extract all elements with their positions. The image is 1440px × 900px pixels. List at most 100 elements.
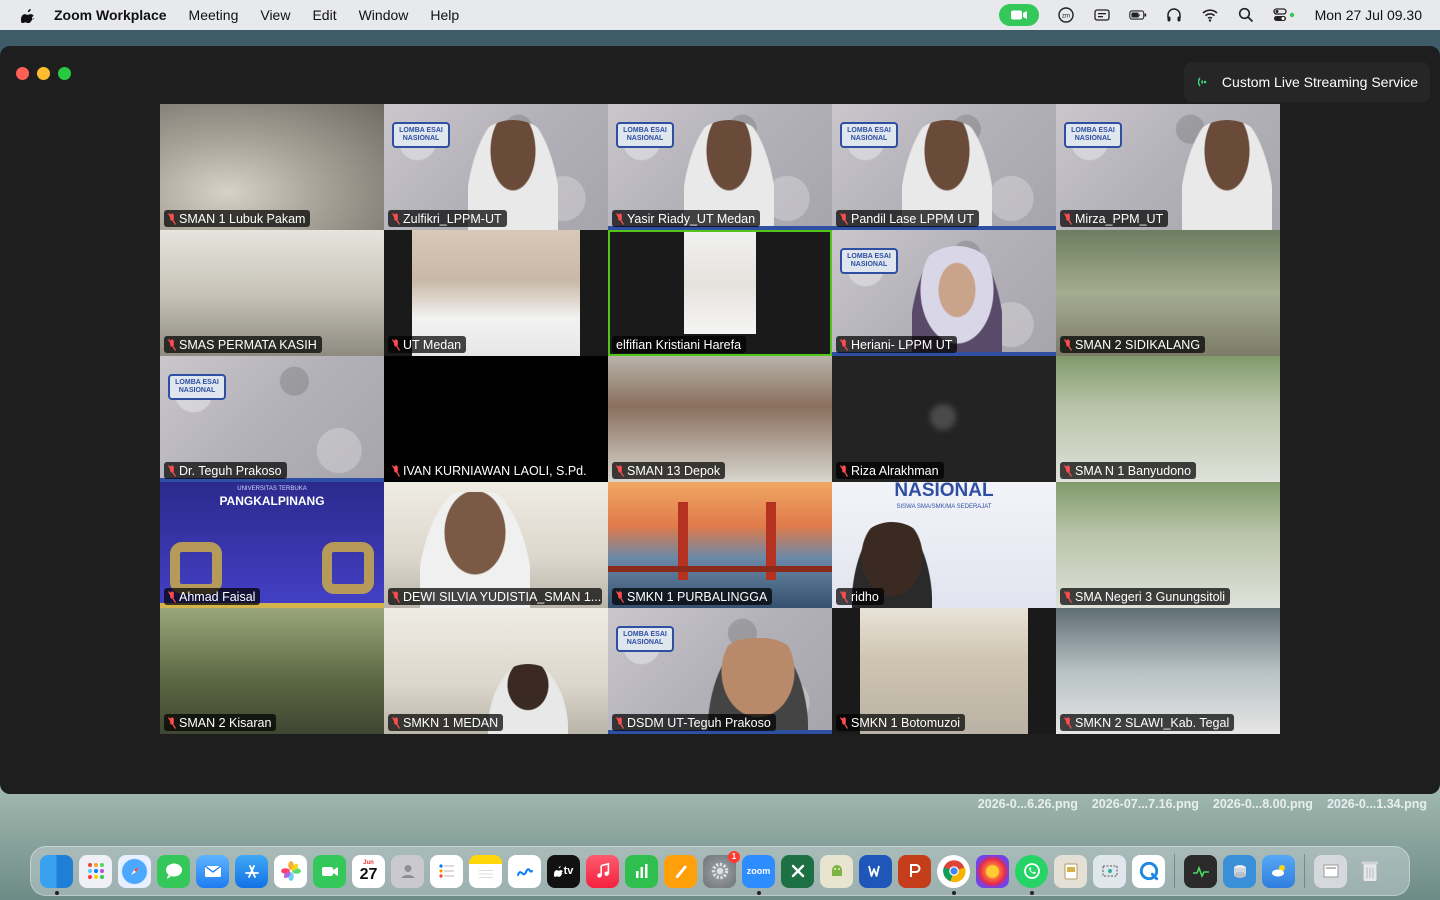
pages-icon[interactable] <box>664 854 697 888</box>
close-window-button[interactable] <box>16 67 29 80</box>
control-center-icon[interactable] <box>1272 7 1297 23</box>
participant-tile[interactable]: Riza Alrakhman <box>832 356 1056 482</box>
participant-tile[interactable]: LOMBA ESAI NASIONAL Pandil Lase LPPM UT <box>832 104 1056 230</box>
participant-name-tag: Riza Alrakhman <box>836 462 944 479</box>
photos-icon[interactable] <box>274 854 307 888</box>
finder-icon[interactable] <box>40 854 73 895</box>
trash-icon[interactable] <box>1353 855 1386 888</box>
participant-tile[interactable]: UT Medan <box>384 230 608 356</box>
apple-icon[interactable] <box>20 6 36 24</box>
notes-icon[interactable] <box>469 854 502 888</box>
app-name-menu[interactable]: Zoom Workplace <box>54 7 167 23</box>
minimize-window-button[interactable] <box>37 67 50 80</box>
participant-name-tag: SMKN 1 MEDAN <box>388 714 504 731</box>
messages-icon[interactable] <box>157 854 190 888</box>
participant-tile[interactable]: SMAN 2 Kisaran <box>160 608 384 734</box>
android-file-transfer-icon[interactable] <box>820 854 853 888</box>
dock-separator <box>1304 854 1305 888</box>
app-store-icon[interactable] <box>235 854 268 888</box>
mic-muted-icon <box>840 212 848 225</box>
reminders-icon[interactable] <box>430 854 463 888</box>
nasional-banner-title: NASIONAL <box>894 482 994 501</box>
chrome-icon[interactable] <box>937 854 970 895</box>
wifi-icon[interactable] <box>1201 7 1219 23</box>
calendar-day: 27 <box>359 866 378 883</box>
dock-separator <box>1174 854 1175 888</box>
participant-name-tag: SMKN 2 SLAWI_Kab. Tegal <box>1060 714 1235 731</box>
launchpad-icon[interactable] <box>79 854 112 888</box>
whatsapp-icon[interactable] <box>1015 854 1048 895</box>
mail-icon[interactable] <box>196 854 229 888</box>
desktop-file[interactable]: 2026-07...7.16.png <box>1092 797 1199 811</box>
powerpoint-icon[interactable] <box>898 854 931 888</box>
zoom-icon[interactable]: zoom <box>742 854 775 895</box>
participant-tile[interactable]: LOMBA ESAI NASIONAL Dr. Teguh Prakoso <box>160 356 384 482</box>
headphones-icon[interactable] <box>1165 7 1183 23</box>
quicktime-icon[interactable] <box>1132 854 1165 888</box>
menu-view[interactable]: View <box>260 7 290 23</box>
participant-name: DEWI SILVIA YUDISTIA_SMAN 1... <box>403 589 602 604</box>
disk-utility-icon[interactable] <box>1223 854 1256 888</box>
apple-tv-icon[interactable]: tv <box>547 854 580 888</box>
participant-tile[interactable]: SMAN 2 SIDIKALANG <box>1056 230 1280 356</box>
preview-icon[interactable] <box>1054 854 1087 888</box>
calendar-icon[interactable]: Jun 27 <box>352 854 385 888</box>
live-streaming-badge[interactable]: Custom Live Streaming Service <box>1183 62 1430 102</box>
activity-monitor-icon[interactable] <box>1184 854 1217 888</box>
freeform-icon[interactable] <box>508 854 541 888</box>
facetime-icon[interactable] <box>313 854 346 888</box>
firefox-icon[interactable] <box>976 854 1009 888</box>
participant-name: Yasir Riady_UT Medan <box>627 211 756 226</box>
menu-help[interactable]: Help <box>430 7 459 23</box>
participant-tile[interactable]: SMA Negeri 3 Gunungsitoli <box>1056 482 1280 608</box>
participant-tile[interactable]: LOMBA ESAI NASIONAL Yasir Riady_UT Medan <box>608 104 832 230</box>
participant-tile[interactable]: SMKN 1 MEDAN <box>384 608 608 734</box>
mic-muted-icon <box>168 338 176 351</box>
participant-tile[interactable]: LOMBA ESAI NASIONAL Mirza_PPM_UT <box>1056 104 1280 230</box>
excel-icon[interactable] <box>781 854 814 888</box>
desktop-file[interactable]: 2026-0...6.26.png <box>978 797 1078 811</box>
search-icon[interactable] <box>1237 7 1255 23</box>
participant-name-tag: ridho <box>836 588 884 605</box>
downloads-stack-icon[interactable] <box>1314 854 1347 888</box>
participant-tile[interactable]: IVAN KURNIAWAN LAOLI, S.Pd. <box>384 356 608 482</box>
desktop-file[interactable]: 2026-0...8.00.png <box>1213 797 1313 811</box>
keyboard-layout-icon[interactable] <box>1093 7 1111 23</box>
desktop-file[interactable]: 2026-0...1.34.png <box>1327 797 1427 811</box>
menu-meeting[interactable]: Meeting <box>189 7 239 23</box>
participant-tile[interactable]: UNIVERSITAS TERBUKA PANGKALPINANG Ahmad … <box>160 482 384 608</box>
participant-tile[interactable]: LOMBA ESAI NASIONAL Heriani- LPPM UT <box>832 230 1056 356</box>
mic-muted-icon <box>840 338 848 351</box>
zoom-tray-icon[interactable]: zm <box>1057 7 1075 23</box>
menu-window[interactable]: Window <box>359 7 409 23</box>
participant-tile[interactable]: SMA N 1 Banyudono <box>1056 356 1280 482</box>
participant-tile[interactable]: SMAS PERMATA KASIH <box>160 230 384 356</box>
contacts-icon[interactable] <box>391 854 424 888</box>
safari-icon[interactable] <box>118 854 151 888</box>
participant-tile[interactable]: SMKN 2 SLAWI_Kab. Tegal <box>1056 608 1280 734</box>
participant-tile[interactable]: SMAN 13 Depok <box>608 356 832 482</box>
numbers-icon[interactable] <box>625 854 658 888</box>
battery-icon[interactable] <box>1128 7 1147 23</box>
weather-icon[interactable] <box>1262 854 1295 888</box>
music-icon[interactable] <box>586 854 619 888</box>
participant-tile[interactable]: LOMBA ESAI NASIONAL DSDM UT-Teguh Prakos… <box>608 608 832 734</box>
fullscreen-window-button[interactable] <box>58 67 71 80</box>
participant-name: SMKN 1 PURBALINGGA <box>627 589 768 604</box>
word-icon[interactable] <box>859 854 892 888</box>
participant-tile[interactable]: SMKN 1 PURBALINGGA <box>608 482 832 608</box>
participant-tile[interactable]: LOMBA ESAI NASIONAL Zulfikri_LPPM-UT <box>384 104 608 230</box>
participant-tile[interactable]: SMAN 1 Lubuk Pakam <box>160 104 384 230</box>
screenshot-icon[interactable] <box>1093 854 1126 888</box>
participant-name-tag: SMA Negeri 3 Gunungsitoli <box>1060 588 1231 605</box>
menubar-clock[interactable]: Mon 27 Jul 09.30 <box>1315 7 1422 23</box>
participant-tile[interactable]: DEWI SILVIA YUDISTIA_SMAN 1... <box>384 482 608 608</box>
zoom-video-status-icon[interactable] <box>998 4 1039 26</box>
mic-muted-icon <box>392 716 400 729</box>
system-settings-icon[interactable]: 1 <box>703 850 740 888</box>
menu-edit[interactable]: Edit <box>312 7 336 23</box>
participant-tile[interactable]: NASIONAL SISWA SMA/SMK/MA SEDERAJAT ridh… <box>832 482 1056 608</box>
participant-name-tag: SMKN 1 PURBALINGGA <box>612 588 773 605</box>
active-speaker-tile[interactable]: elfifian Kristiani Harefa <box>608 230 832 356</box>
participant-tile[interactable]: SMKN 1 Botomuzoi <box>832 608 1056 734</box>
